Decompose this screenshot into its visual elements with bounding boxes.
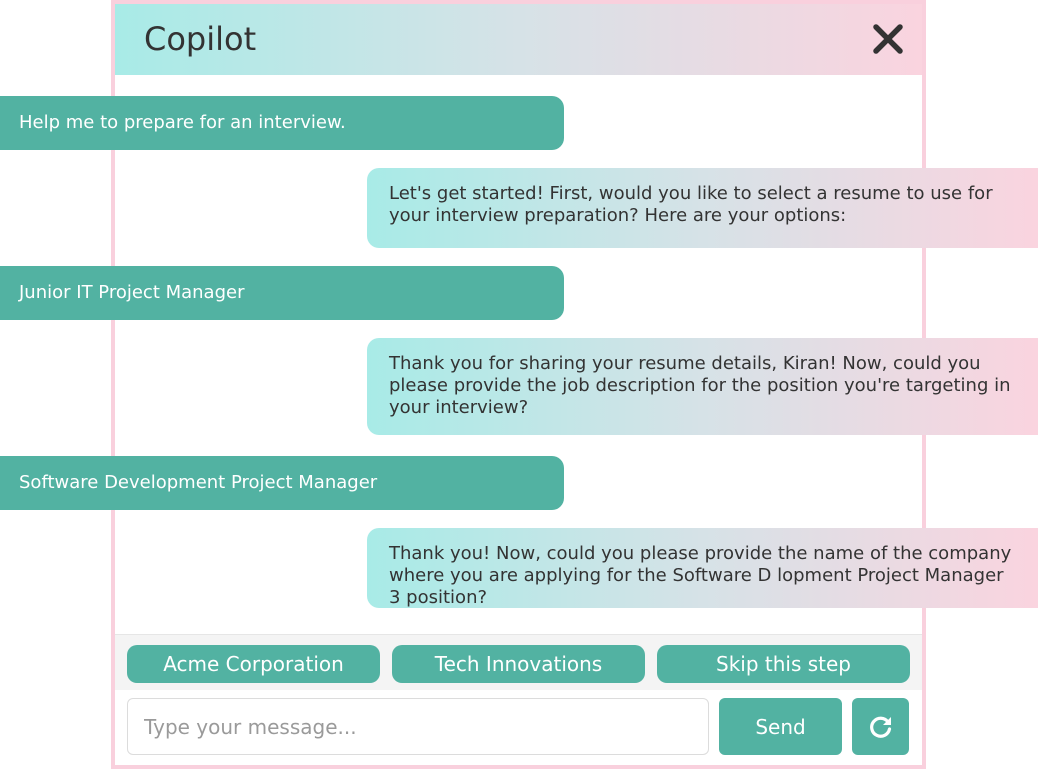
user-message: Help me to prepare for an interview. bbox=[0, 96, 564, 150]
bot-message: Thank you for sharing your resume detail… bbox=[367, 338, 1038, 435]
refresh-button[interactable] bbox=[852, 698, 909, 755]
refresh-icon bbox=[869, 716, 891, 738]
chat-header: Copilot bbox=[115, 4, 922, 75]
user-message: Software Development Project Manager bbox=[0, 456, 564, 510]
user-message: Junior IT Project Manager bbox=[0, 266, 564, 320]
close-icon bbox=[873, 24, 903, 54]
quick-replies-bar: Acme Corporation Tech Innovations Skip t… bbox=[115, 634, 922, 690]
close-button[interactable] bbox=[871, 22, 905, 56]
quick-reply-button[interactable]: Skip this step bbox=[657, 645, 910, 683]
header-title: Copilot bbox=[144, 20, 257, 58]
bot-message: Thank you! Now, could you please provide… bbox=[367, 528, 1038, 608]
quick-reply-button[interactable]: Acme Corporation bbox=[127, 645, 380, 683]
send-button[interactable]: Send bbox=[719, 698, 842, 755]
quick-reply-button[interactable]: Tech Innovations bbox=[392, 645, 645, 683]
bot-message: Let's get started! First, would you like… bbox=[367, 168, 1038, 248]
message-input[interactable] bbox=[127, 698, 709, 755]
